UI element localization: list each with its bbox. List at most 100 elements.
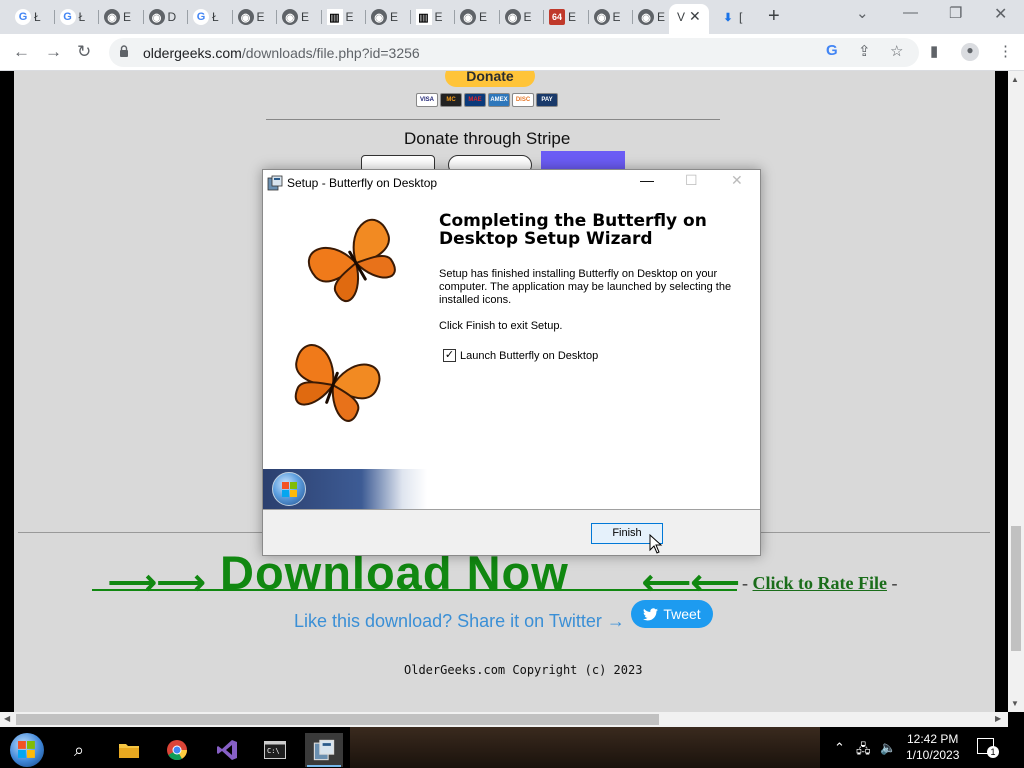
- google-lens-icon[interactable]: G: [826, 42, 838, 59]
- stripe-heading: Donate through Stripe: [404, 129, 571, 148]
- tab[interactable]: ◉ E: [504, 4, 532, 30]
- system-clock[interactable]: 12:42 PM 1/10/2023: [906, 731, 959, 763]
- tab[interactable]: ◉ E: [460, 4, 487, 30]
- twitter-bird-icon: [643, 607, 659, 620]
- dialog-minimize-icon[interactable]: —: [640, 172, 654, 188]
- taskbar-setup[interactable]: [305, 733, 343, 767]
- paypal-donate-button[interactable]: Donate: [445, 71, 535, 87]
- butterfly-image: [294, 218, 396, 422]
- tab-label: Ł: [34, 10, 41, 24]
- terminal-icon: C:\: [264, 741, 286, 759]
- launch-checkbox-label[interactable]: Launch Butterfly on Desktop: [460, 350, 598, 362]
- start-button[interactable]: [10, 733, 44, 767]
- tab-separator: [454, 10, 455, 24]
- horizontal-scrollbar[interactable]: ◀ ▶: [0, 712, 1008, 727]
- tweet-button[interactable]: Tweet: [631, 600, 713, 628]
- windows-flag-icon: [18, 741, 35, 758]
- launch-checkbox[interactable]: ✓: [443, 349, 456, 362]
- tab[interactable]: ◉ E: [104, 4, 131, 30]
- minimize-icon[interactable]: —: [903, 4, 918, 21]
- tab-downloads[interactable]: ⬇ [: [720, 4, 742, 30]
- wizard-band: [263, 469, 427, 509]
- dialog-maximize-icon: ☐: [685, 172, 698, 188]
- globe-icon: ◉: [104, 9, 120, 25]
- tab-separator: [587, 10, 589, 24]
- launch-checkbox-row[interactable]: ✓ Launch Butterfly on Desktop: [443, 349, 598, 362]
- scroll-thumb[interactable]: [16, 714, 659, 725]
- dialog-footer: Finish: [263, 510, 760, 555]
- profile-avatar-icon[interactable]: ●: [961, 43, 979, 61]
- tab[interactable]: 64 E: [549, 4, 576, 30]
- scroll-thumb[interactable]: [1011, 526, 1021, 651]
- rate-file-link[interactable]: Click to Rate File: [753, 573, 887, 593]
- scroll-right-icon[interactable]: ▶: [995, 714, 1001, 723]
- network-icon[interactable]: 🖧: [856, 740, 871, 762]
- taskbar-search[interactable]: ⌕: [60, 733, 98, 767]
- taskbar-chrome[interactable]: [158, 733, 196, 767]
- side-panel-icon[interactable]: ▮: [930, 42, 938, 60]
- tab-separator: [231, 10, 233, 24]
- menu-dots-icon[interactable]: ⋮: [998, 42, 1013, 60]
- notification-center-icon[interactable]: 1: [977, 738, 999, 758]
- divider: [266, 119, 720, 120]
- tab[interactable]: ◉ E: [282, 4, 309, 30]
- taskbar-file-explorer[interactable]: [110, 733, 148, 767]
- address-bar[interactable]: oldergeeks.com/downloads/file.php?id=325…: [109, 38, 919, 67]
- scroll-down-icon[interactable]: ▼: [1011, 699, 1019, 708]
- tab-label: E: [479, 10, 488, 24]
- installer-icon: [267, 175, 283, 191]
- payment-card-icon: AMEX: [488, 93, 510, 107]
- taskbar-terminal[interactable]: C:\: [256, 733, 294, 767]
- forward-icon[interactable]: →: [45, 42, 62, 62]
- tab-separator: [187, 10, 188, 24]
- tab-search-icon[interactable]: ⌄: [856, 4, 869, 22]
- payment-card-icon: MAE: [464, 93, 486, 107]
- back-icon[interactable]: ←: [13, 42, 30, 62]
- tab-label: E: [123, 10, 132, 24]
- svg-text:C:\: C:\: [267, 747, 280, 755]
- tab[interactable]: ◉ E: [593, 4, 621, 30]
- tab-close-icon[interactable]: ✕: [689, 8, 701, 25]
- close-window-icon[interactable]: ✕: [994, 4, 1007, 24]
- tab[interactable]: ▥ E: [415, 4, 443, 30]
- tab-label: E: [568, 10, 577, 24]
- tab[interactable]: ◉ E: [237, 4, 265, 30]
- tab-label: E: [301, 10, 310, 24]
- taskbar: ⌕ C:\ ⌃ 🖧 🔈 12:42 PM 1/10/2023 1: [0, 727, 1024, 768]
- tab-label: E: [657, 10, 666, 24]
- scroll-left-icon[interactable]: ◀: [4, 714, 10, 723]
- lock-icon: [120, 45, 128, 57]
- tab-active[interactable]: V ✕: [669, 4, 709, 34]
- wizard-instruction: Click Finish to exit Setup.: [439, 320, 563, 332]
- tab[interactable]: ▥ E: [326, 4, 354, 30]
- mouse-cursor-icon: [649, 534, 663, 554]
- tab-label: [: [739, 10, 743, 24]
- scroll-up-icon[interactable]: ▲: [1011, 75, 1019, 84]
- bookmark-star-icon[interactable]: ☆: [890, 42, 903, 60]
- volume-icon[interactable]: 🔈: [880, 740, 896, 756]
- restore-icon[interactable]: ❐: [949, 4, 962, 22]
- tab-label: E: [523, 10, 532, 24]
- tab[interactable]: ◉ E: [638, 4, 665, 30]
- tab[interactable]: GŁ: [193, 4, 219, 30]
- new-tab-button[interactable]: +: [768, 5, 780, 28]
- desktop-wallpaper-strip: [350, 727, 820, 768]
- reload-icon[interactable]: ↻: [77, 42, 91, 62]
- google-icon: G: [15, 9, 31, 25]
- globe-icon: ◉: [504, 9, 521, 25]
- tab-separator: [365, 10, 366, 24]
- google-icon: G: [59, 9, 76, 25]
- tab[interactable]: ◉ E: [371, 4, 398, 30]
- share-icon[interactable]: ⇪: [858, 42, 871, 60]
- taskbar-visual-studio[interactable]: [208, 733, 246, 767]
- tab-separator: [98, 10, 99, 24]
- tab[interactable]: ◉ D: [148, 4, 176, 30]
- tab[interactable]: GŁ: [59, 4, 85, 30]
- payment-card-icon: VISA: [416, 93, 438, 107]
- tab[interactable]: GŁ: [15, 4, 41, 30]
- tray-chevron-icon[interactable]: ⌃: [834, 740, 845, 756]
- vertical-scrollbar[interactable]: ▲ ▼: [1008, 71, 1024, 712]
- globe-icon: ◉: [593, 9, 610, 25]
- rate-file-text: - Click to Rate File -: [742, 573, 898, 593]
- dialog-titlebar[interactable]: Setup - Butterfly on Desktop — ☐ ✕: [263, 170, 760, 195]
